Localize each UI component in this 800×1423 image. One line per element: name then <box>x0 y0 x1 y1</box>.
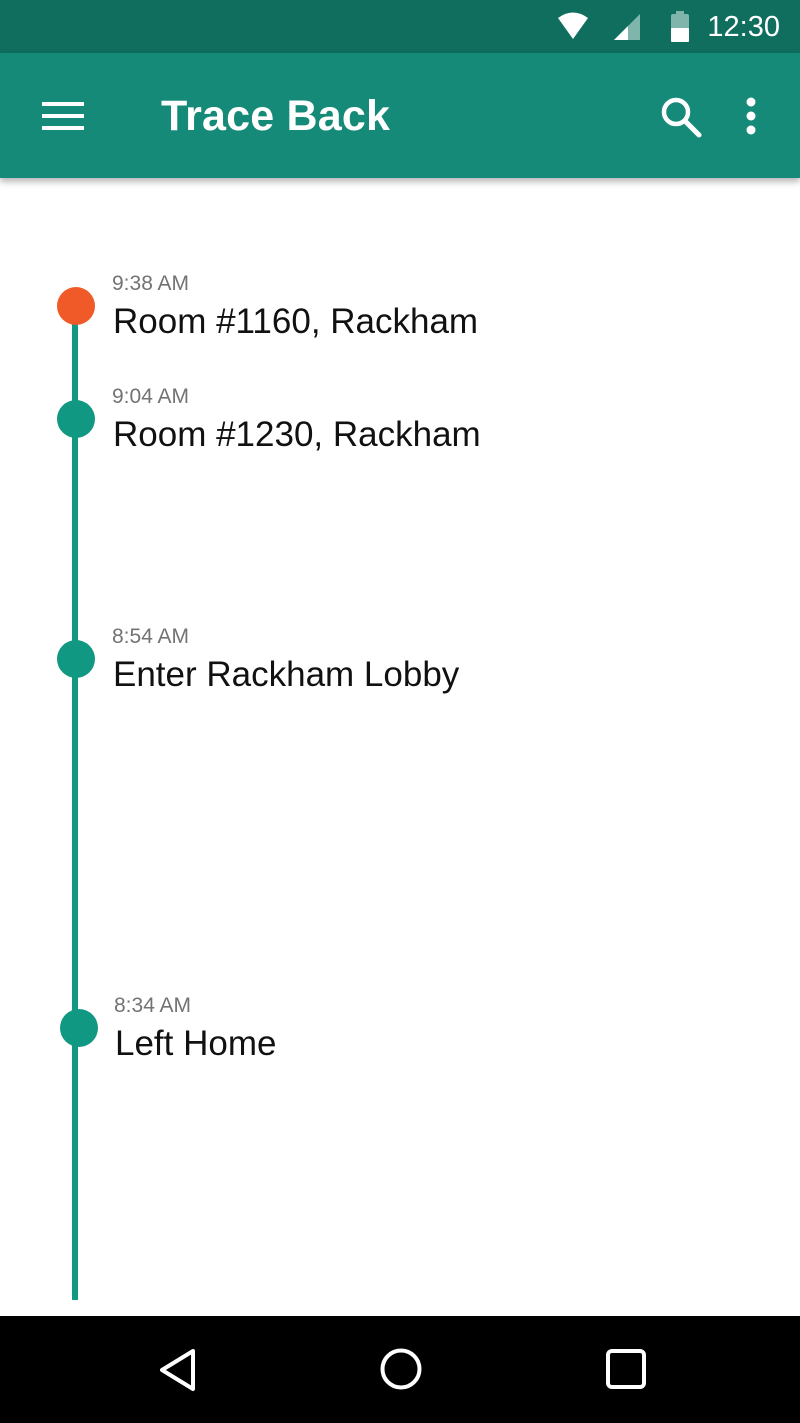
home-icon[interactable] <box>379 1347 423 1391</box>
current-location-dot <box>57 287 95 325</box>
status-bar: 12:30 <box>0 0 800 53</box>
battery-icon <box>671 11 689 42</box>
timeline-place: Room #1160, Rackham <box>113 302 479 341</box>
wifi-icon <box>558 12 588 39</box>
timeline-time: 9:04 AM <box>112 385 190 408</box>
recents-icon[interactable] <box>604 1347 648 1391</box>
timeline-time: 8:54 AM <box>112 625 190 648</box>
timeline-dot <box>57 400 95 438</box>
timeline-place: Left Home <box>115 1024 277 1063</box>
app-bar: Trace Back <box>0 53 800 178</box>
back-icon[interactable] <box>157 1348 199 1392</box>
timeline-line <box>72 305 78 1300</box>
timeline-place: Room #1230, Rackham <box>113 415 481 454</box>
status-time: 12:30 <box>707 11 780 43</box>
timeline-dot <box>60 1009 98 1047</box>
search-icon[interactable] <box>660 96 702 138</box>
more-vert-icon[interactable] <box>744 97 758 135</box>
timeline-dot <box>57 640 95 678</box>
timeline-place: Enter Rackham Lobby <box>113 655 460 694</box>
menu-icon[interactable] <box>42 102 84 130</box>
page-title: Trace Back <box>161 92 391 140</box>
timeline-time: 9:38 AM <box>112 272 190 295</box>
timeline-time: 8:34 AM <box>114 994 192 1017</box>
navigation-bar <box>0 1316 800 1423</box>
signal-icon <box>614 14 640 40</box>
